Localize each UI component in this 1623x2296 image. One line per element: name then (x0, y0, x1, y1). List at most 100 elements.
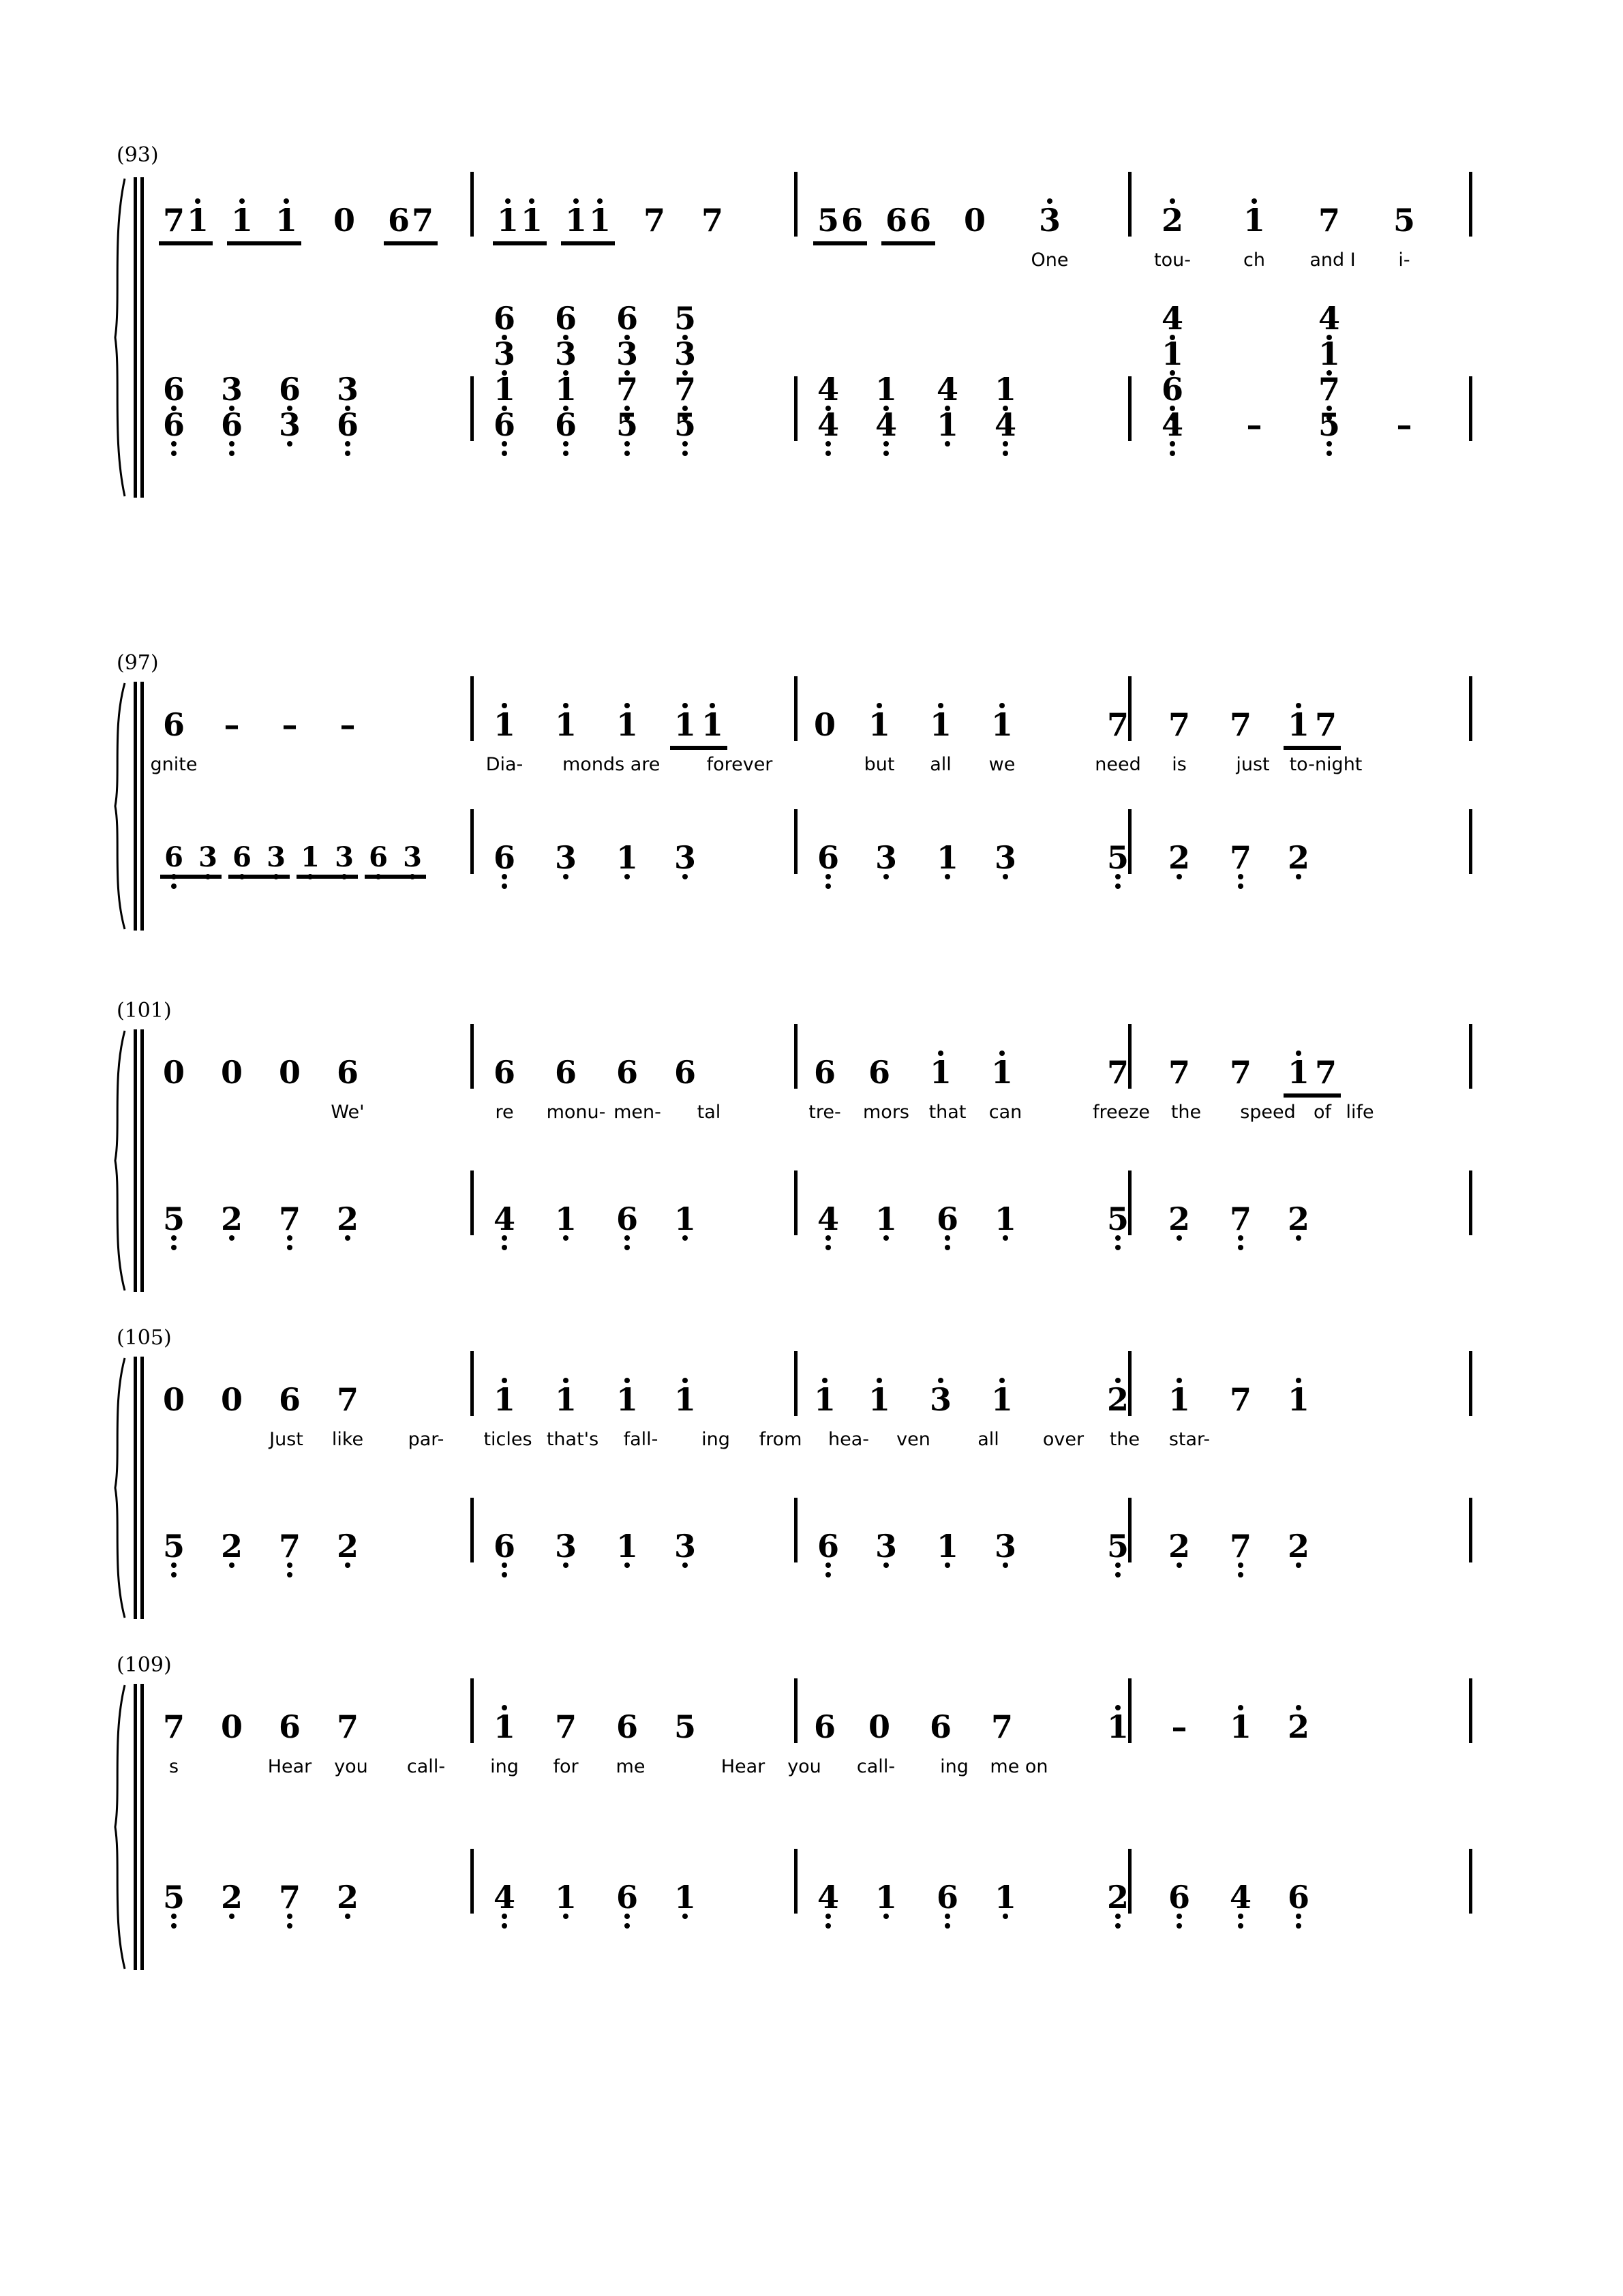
note-numeral: 6 (616, 300, 638, 337)
octave-up-dots (1115, 1703, 1121, 1712)
note-numeral: 6 (278, 1381, 301, 1418)
note-numeral: 6 (673, 1054, 696, 1091)
bass-chord: 2 (1285, 1530, 1312, 1568)
note-numeral: 3 (554, 839, 577, 876)
octave-dot (1237, 1923, 1243, 1929)
barline (1469, 1351, 1472, 1416)
octave-dot (944, 441, 950, 447)
barline (470, 1024, 474, 1089)
note-numeral: 6 (813, 1708, 836, 1745)
octave-dot (1237, 1572, 1243, 1577)
octave-dot (624, 441, 630, 447)
note: 7 (552, 1711, 579, 1742)
rest-numeral: 0 (220, 1381, 243, 1418)
bass-chord: 3 (873, 1530, 900, 1568)
note-numeral: 1 (994, 1200, 1016, 1237)
note-numeral: 7 (1229, 1200, 1252, 1237)
note-numeral: 5 (1106, 1200, 1129, 1237)
note-numeral: 3 (198, 841, 217, 873)
octave-down-dots (1002, 1233, 1008, 1243)
barline (1469, 172, 1472, 237)
note-numeral: 1 (868, 706, 890, 743)
bass-note: 2 (1168, 1530, 1190, 1568)
bass-note: 5 (1106, 1200, 1129, 1250)
octave-dot (1002, 441, 1008, 447)
bass-note: 6 (937, 1882, 958, 1929)
note-numeral: 7 (336, 1381, 359, 1418)
octave-dot (502, 1378, 507, 1383)
note: 3 (927, 1378, 954, 1415)
octave-dot (883, 1562, 889, 1568)
note-numeral: 7 (701, 202, 723, 239)
octave-dot (825, 1914, 831, 1919)
octave-dot (501, 1245, 507, 1250)
octave-down-dots (286, 1233, 292, 1252)
note-numeral: 2 (1287, 839, 1309, 876)
note: 1 (586, 198, 613, 236)
bass-note: 7 (279, 1530, 301, 1577)
octave-dot (501, 1923, 507, 1929)
bass-eighth-note-beam (228, 875, 290, 879)
note: 7 (334, 1384, 361, 1415)
lyric-syllable: hea- (828, 1429, 869, 1450)
octave-down-dots (624, 1233, 630, 1252)
octave-down-dots (1176, 872, 1182, 881)
bass-note: 1 (937, 842, 958, 879)
octave-dot (1295, 1914, 1301, 1919)
bass-note: 4 (494, 1882, 515, 1929)
octave-down-dots (170, 1233, 177, 1252)
bass-note: 2 (1288, 1530, 1309, 1568)
octave-dot (501, 874, 507, 879)
note-numeral: 2 (336, 1879, 359, 1916)
octave-dot (195, 198, 200, 204)
octave-dot (1296, 1705, 1301, 1710)
score-page: (93) 7 1 1 1 0 6 7 1 1 1 1 7 7 5 6 6 6 0 3 2 1 7 5 One tou-ch and … (0, 0, 1623, 2296)
bass-chord: 1 (992, 1882, 1019, 1919)
note-numeral: 6 (387, 202, 410, 239)
note: – (1166, 1711, 1193, 1742)
note: 1 (927, 1051, 954, 1088)
octave-dot (1169, 441, 1175, 447)
note: 7 (1166, 1057, 1193, 1088)
bass-note: 6 (555, 303, 577, 340)
note-numeral: 7 (673, 371, 696, 408)
note-numeral: 6 (162, 371, 185, 408)
octave-up-dots (502, 1703, 507, 1712)
bass-chord: 2 (1166, 842, 1193, 879)
octave-dot (562, 1562, 568, 1568)
note: 5 (671, 1711, 699, 1742)
octave-up-dots (938, 1376, 943, 1385)
octave-down-dots (1326, 439, 1332, 458)
lyric-syllable: me on (990, 1756, 1048, 1777)
bass-note: 2 (221, 1203, 243, 1241)
octave-dot (1176, 1914, 1182, 1919)
octave-up-dots (999, 1048, 1005, 1058)
bass-note: 4 (817, 374, 839, 411)
rest-numeral: 0 (220, 1054, 243, 1091)
bass-chord: 7 (276, 1882, 303, 1929)
octave-dot (682, 703, 688, 708)
octave-up-dots (999, 701, 1005, 710)
note-numeral: 7 (1168, 1054, 1190, 1091)
note: 1 (699, 703, 726, 740)
bass-note: 6 (555, 409, 577, 456)
octave-dot (883, 1914, 889, 1919)
octave-dot (682, 1914, 688, 1919)
note: 1 (988, 703, 1016, 740)
note-numeral: 6 (885, 202, 907, 239)
note-numeral: 4 (875, 406, 897, 443)
octave-down-dots (1114, 872, 1121, 891)
bass-note: 6 (494, 303, 515, 340)
note-numeral: 1 (230, 202, 253, 239)
octave-dot (682, 1378, 688, 1383)
octave-up-dots (1238, 1703, 1243, 1712)
note: 7 (409, 205, 436, 236)
octave-up-dots (1296, 701, 1301, 710)
note-numeral: 6 (278, 1708, 301, 1745)
bass-note: 6 (221, 409, 243, 456)
note: 0 (218, 1711, 245, 1742)
octave-dot (944, 1562, 950, 1568)
barline (1469, 1170, 1472, 1235)
note: 0 (811, 709, 838, 740)
bass-chord: 14 (992, 374, 1019, 456)
